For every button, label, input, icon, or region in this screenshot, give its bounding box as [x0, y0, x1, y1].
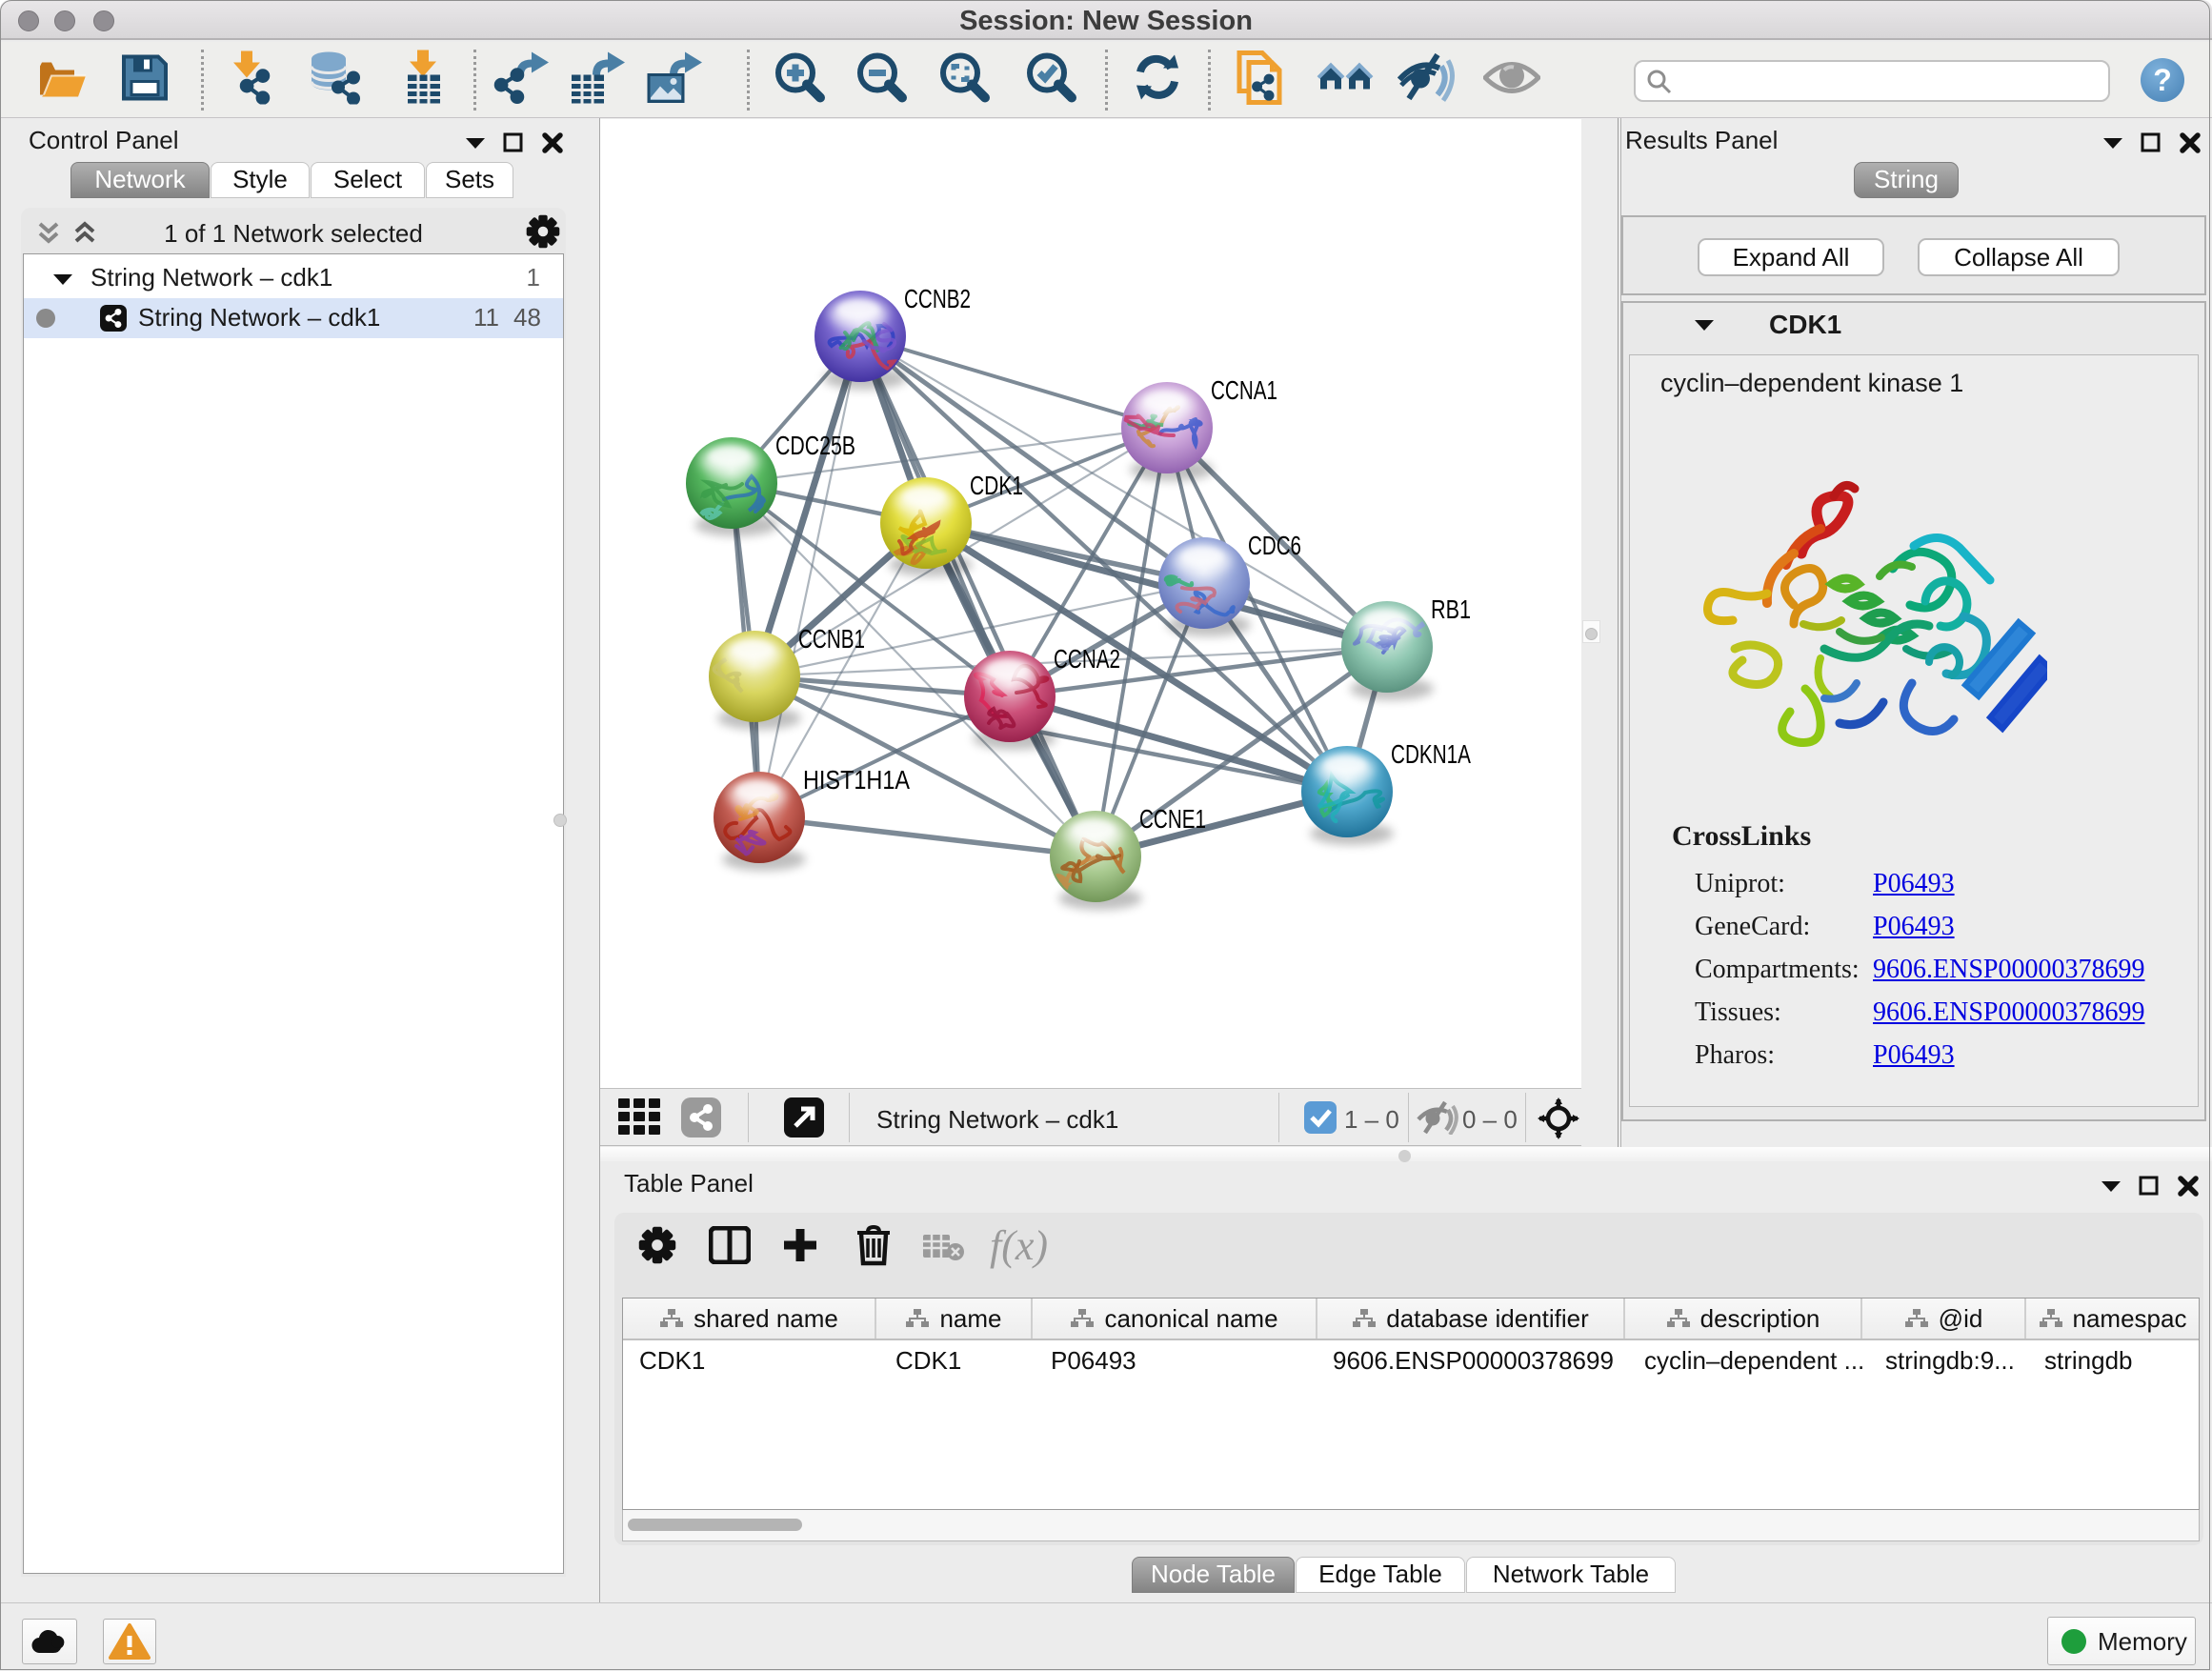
svg-text:CDK1: CDK1 — [970, 471, 1023, 500]
svg-text:CCNA2: CCNA2 — [1054, 644, 1120, 674]
svg-text:RB1: RB1 — [1431, 594, 1471, 624]
svg-text:CCNB1: CCNB1 — [798, 624, 865, 654]
svg-text:CDC6: CDC6 — [1248, 531, 1301, 560]
svg-text:CCNE1: CCNE1 — [1139, 804, 1206, 834]
svg-text:HIST1H1A: HIST1H1A — [803, 765, 910, 795]
svg-text:CCNB2: CCNB2 — [904, 284, 971, 313]
svg-text:CCNA1: CCNA1 — [1211, 375, 1277, 405]
svg-text:CDKN1A: CDKN1A — [1391, 739, 1471, 769]
svg-text:CDC25B: CDC25B — [775, 431, 855, 460]
